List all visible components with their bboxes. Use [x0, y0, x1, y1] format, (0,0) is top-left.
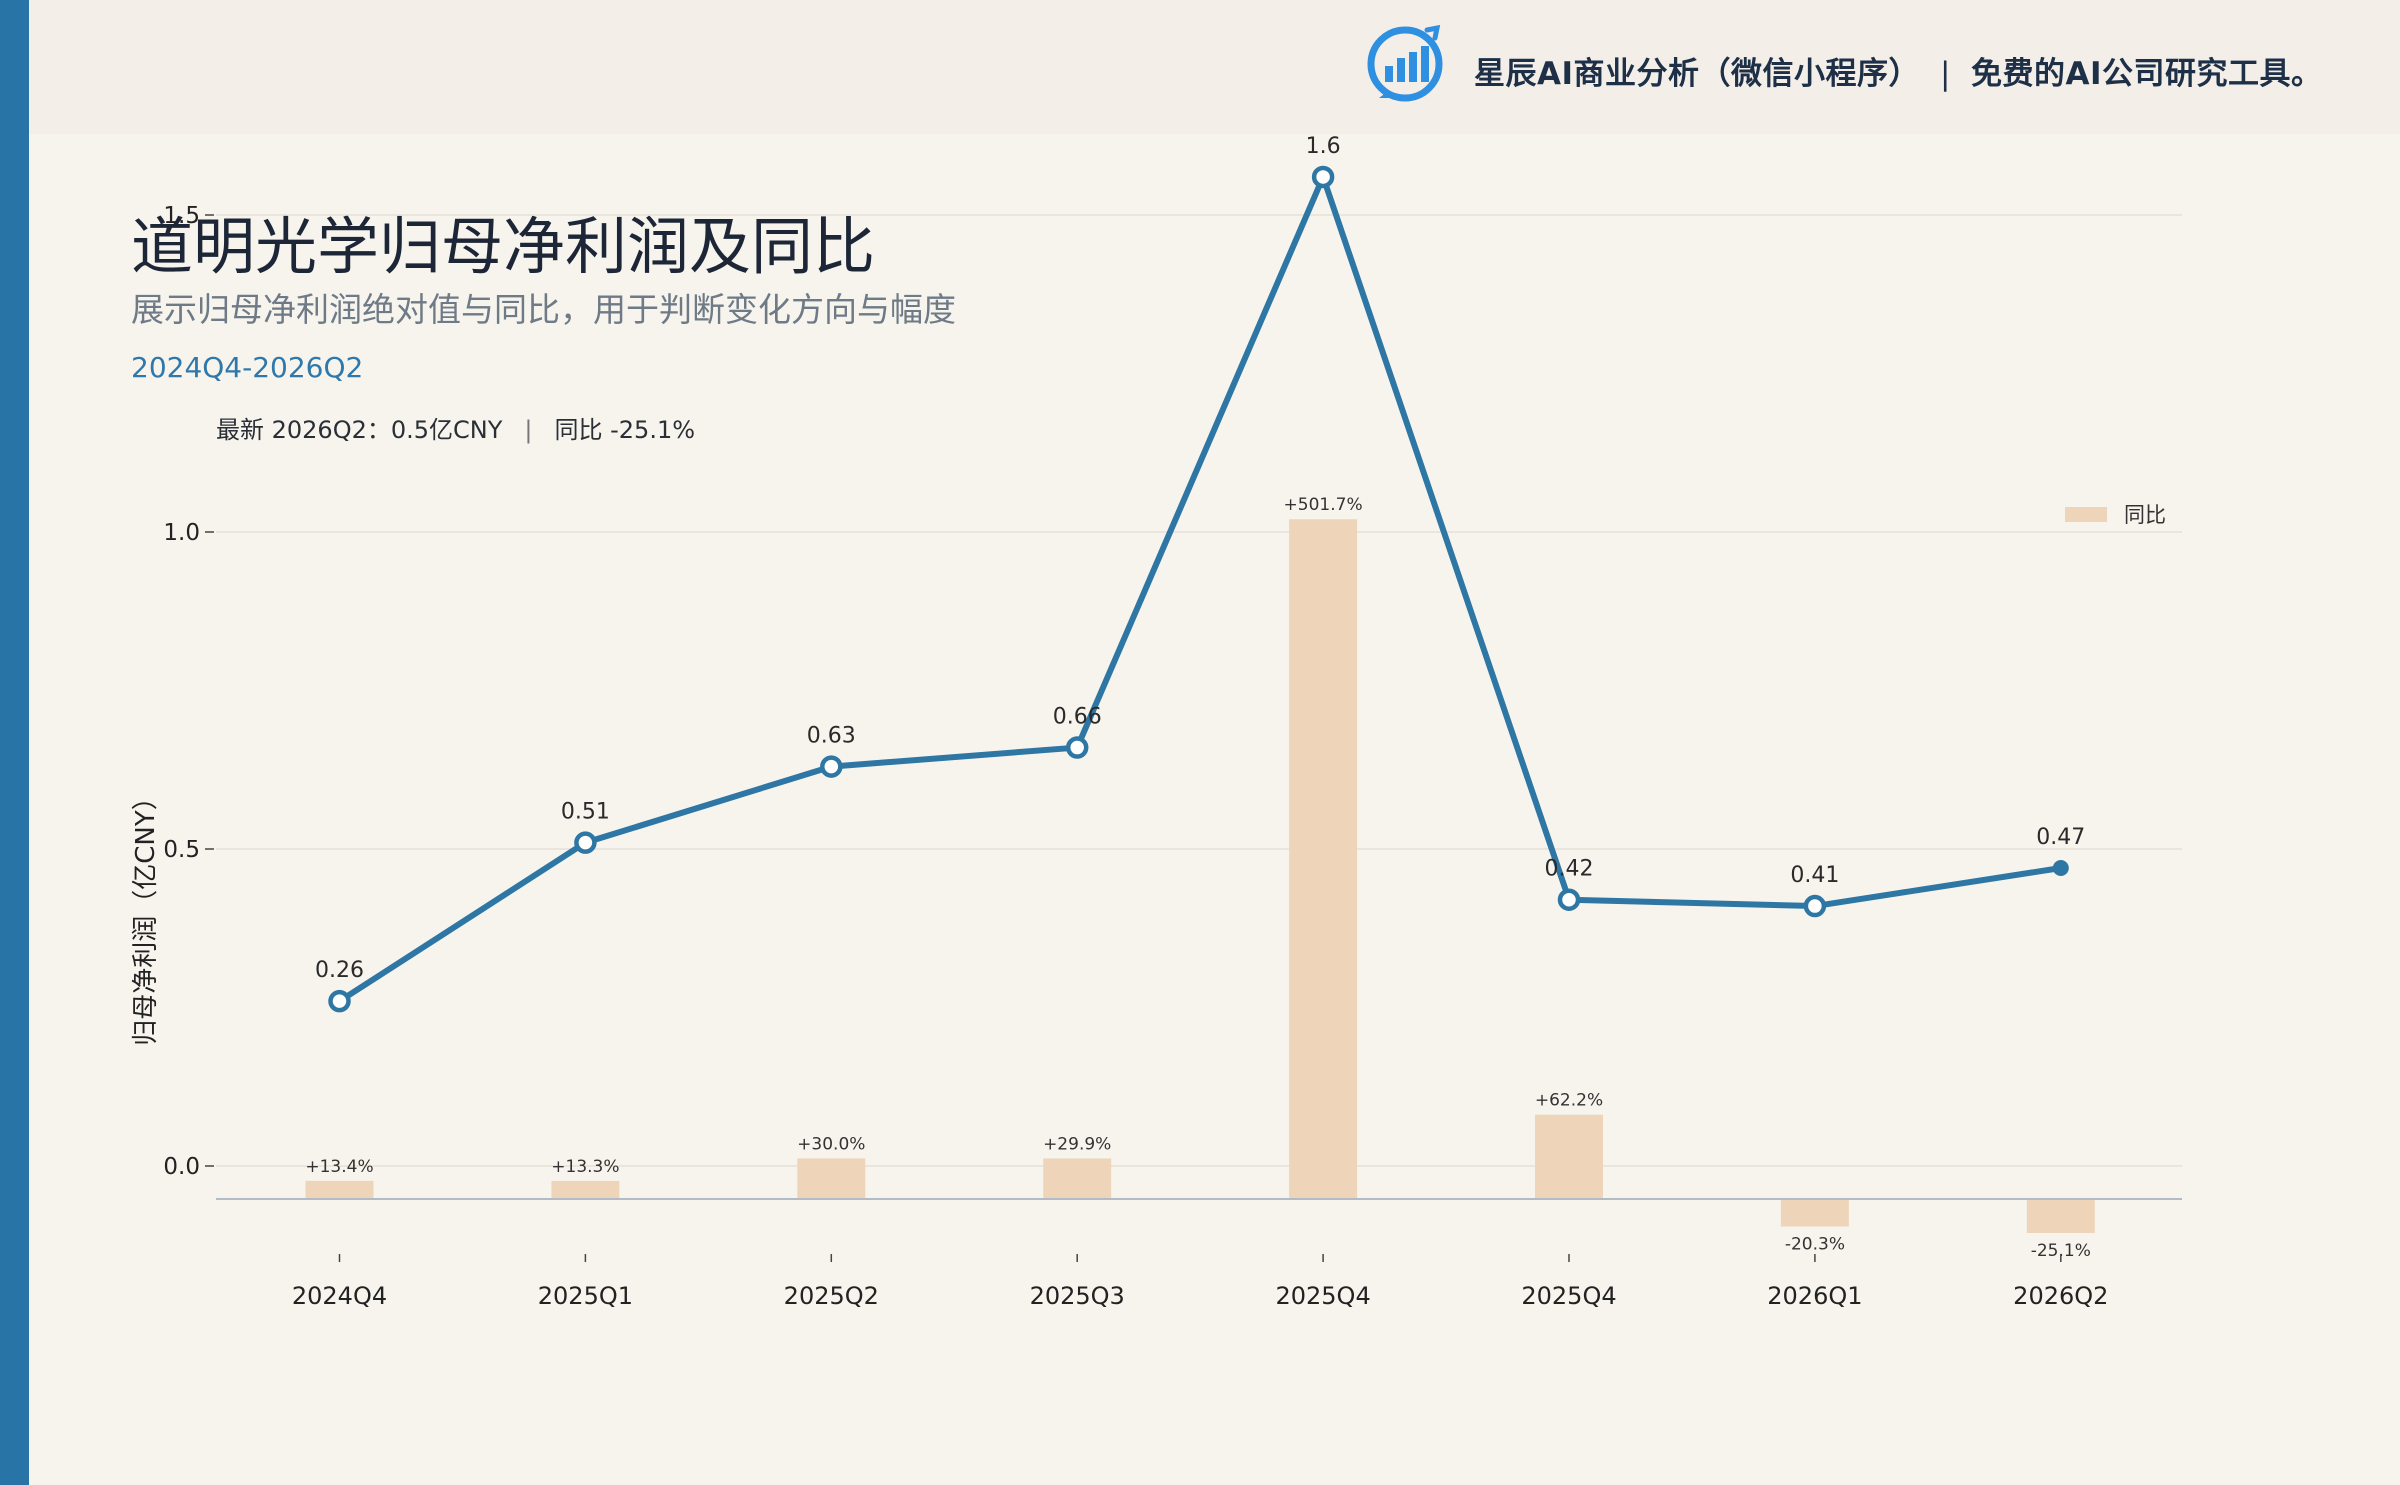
yoy-bar [1535, 1114, 1603, 1199]
x-tick-label: 2025Q1 [538, 1282, 633, 1310]
legend: 同比 [2065, 503, 2166, 527]
legend-label: 同比 [2124, 503, 2166, 527]
x-tick-label: 2025Q2 [784, 1282, 879, 1310]
net-profit-point [820, 755, 843, 778]
y-axis-label: 归母净利润（亿CNY） [131, 784, 161, 1046]
net-profit-point [1311, 165, 1335, 189]
net-profit-point [574, 831, 597, 854]
yoy-data-label: -20.3% [1785, 1235, 1845, 1255]
yoy-data-label: +62.2% [1535, 1091, 1603, 1111]
yoy-bar [1043, 1158, 1112, 1199]
y-tick-label: 0.5 [163, 837, 200, 863]
net-profit-point [1557, 888, 1581, 911]
x-tick-label: 2025Q4 [1275, 1282, 1370, 1310]
legend-swatch [2065, 507, 2107, 522]
net-profit-data-label: 0.26 [315, 958, 364, 983]
net-profit-data-label: 0.63 [807, 724, 856, 749]
yoy-bar [1780, 1199, 1849, 1227]
net-profit-data-label: 0.66 [1053, 705, 1102, 730]
x-tick-label: 2024Q4 [292, 1282, 387, 1310]
yoy-bar [1289, 519, 1358, 1199]
x-tick-label: 2026Q1 [1767, 1282, 1862, 1310]
yoy-data-label: +13.3% [551, 1157, 619, 1177]
y-tick-label: 0.0 [163, 1154, 200, 1180]
net-profit-data-label: 0.42 [1545, 857, 1594, 882]
x-tick-label: 2026Q2 [2013, 1282, 2108, 1310]
grid-layer [216, 214, 2182, 1167]
net-profit-point [1803, 894, 1827, 918]
net-profit-point [2052, 860, 2069, 877]
yoy-data-label: +29.9% [1043, 1134, 1111, 1154]
net-profit-data-label: 0.47 [2036, 825, 2085, 850]
label-layer: +13.4% +13.3% +30.0% +29.9% +501.7% +62.2% -20… [305, 134, 2090, 1261]
x-tick-label: 2025Q4 [1521, 1282, 1616, 1310]
net-profit-point [328, 989, 351, 1013]
y-tick-label: 1.0 [163, 520, 200, 546]
yoy-bar [2026, 1199, 2095, 1234]
net-profit-data-label: 0.51 [561, 800, 610, 825]
yoy-bar [797, 1158, 866, 1199]
yoy-bar [551, 1180, 620, 1199]
net-profit-point [1065, 736, 1089, 759]
y-tick-label: 1.5 [163, 203, 200, 229]
yoy-data-label: +501.7% [1284, 495, 1363, 515]
yoy-bar [305, 1180, 374, 1199]
net-profit-data-label: 0.41 [1790, 863, 1839, 888]
yoy-data-label: +13.4% [305, 1157, 373, 1177]
axis-layer: 0.00.51.01.52.02024Q42025Q12025Q22025Q32… [163, 203, 2108, 1310]
yoy-data-label: +30.0% [797, 1134, 865, 1154]
net-profit-data-label: 1.6 [1306, 134, 1341, 159]
net-profit-chart: +13.4% +13.3% +30.0% +29.9% +501.7% +62.2% -20… [131, 134, 2182, 1310]
x-tick-label: 2025Q3 [1030, 1282, 1125, 1310]
